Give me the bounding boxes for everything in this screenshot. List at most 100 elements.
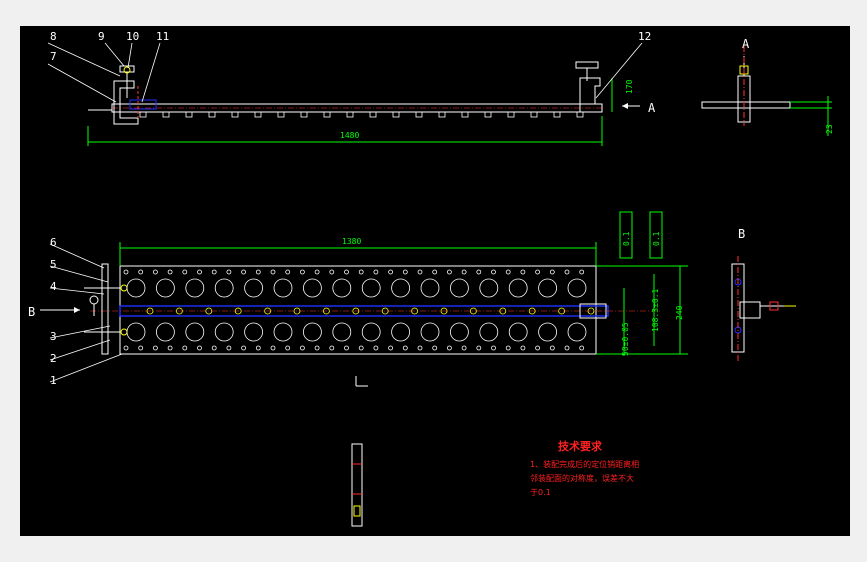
hole-small — [417, 345, 423, 351]
left-bracket — [113, 80, 139, 125]
hole-small — [270, 345, 276, 351]
view-arrow-b-label: B — [28, 305, 35, 319]
hole-small — [520, 345, 526, 351]
top-leaders — [47, 42, 643, 103]
hole-large — [361, 322, 381, 342]
beam-tooth — [530, 111, 538, 118]
beam-tooth — [231, 111, 239, 118]
beam-tooth — [185, 111, 193, 118]
beam-tooth — [208, 111, 216, 118]
beam-tooth — [277, 111, 285, 118]
part-number-12: 12 — [638, 30, 651, 43]
view-b-block — [739, 301, 761, 319]
hole-small — [564, 269, 570, 275]
notes-line-1: 1、装配完成后的定位销距离相 — [530, 459, 639, 469]
hole-small — [123, 345, 129, 351]
hole-small — [358, 345, 364, 351]
hole-small — [314, 345, 320, 351]
tolerance-value-1: 0.1 — [622, 231, 631, 246]
hole-small — [344, 345, 349, 351]
hole-small — [241, 269, 247, 275]
left-clamp-plate — [101, 263, 109, 355]
hole-small — [432, 345, 438, 351]
hole-small — [344, 269, 349, 275]
view-a-title: A — [742, 37, 750, 51]
beam-tooth — [323, 111, 331, 118]
plate-holes — [123, 269, 595, 351]
hole-small — [138, 269, 144, 275]
tolerance-value-2: 0.1 — [652, 231, 661, 246]
hole-large — [391, 278, 411, 298]
beam-tooth — [162, 111, 170, 118]
beam-tooth — [346, 111, 354, 118]
front-dim-pitch-label: 108.3±0.1 — [651, 288, 660, 332]
part-number-6: 6 — [50, 236, 57, 249]
cad-viewport[interactable]: 1480 170 A 8 9 10 7 11 12 A 23 1380 240 … — [20, 26, 850, 536]
beam-tooth — [392, 111, 400, 118]
hole-small — [299, 269, 305, 275]
hole-small — [564, 345, 570, 351]
hole-small — [388, 269, 394, 275]
hole-large — [332, 322, 352, 342]
beam-tooth — [415, 111, 423, 118]
hole-small — [491, 345, 496, 351]
hole-large — [538, 278, 557, 298]
part-number-3: 3 — [50, 330, 57, 343]
hole-small — [476, 269, 482, 275]
part-number-1: 1 — [50, 374, 57, 387]
technical-notes: 技术要求 1、装配完成后的定位销距离相 邻装配面的对称度，误差不大 于0.1 — [530, 439, 639, 497]
view-a-dim-label: 23 — [825, 124, 834, 134]
side-view-a: A 23 — [701, 37, 834, 136]
hole-large — [508, 278, 528, 298]
hole-large — [302, 322, 322, 342]
hole-small — [373, 345, 379, 351]
beam-tooth — [576, 111, 584, 118]
hole-small — [520, 269, 526, 275]
right-knob — [575, 61, 599, 69]
notes-title: 技术要求 — [558, 439, 603, 453]
hole-small — [285, 269, 291, 275]
part-number-5: 5 — [50, 258, 57, 271]
hole-small — [535, 345, 540, 351]
hole-small — [167, 269, 173, 275]
hole-large — [567, 278, 587, 298]
beam-tooth — [553, 111, 561, 118]
hole-large — [449, 278, 469, 298]
dim-height-label: 170 — [625, 79, 634, 94]
hole-small — [329, 345, 335, 351]
beam-tooth — [461, 111, 469, 118]
hole-small — [197, 269, 202, 275]
beam-teeth — [139, 111, 584, 118]
hole-large — [361, 278, 381, 298]
hole-small — [505, 269, 511, 275]
drawing-canvas: 1480 170 A 8 9 10 7 11 12 A 23 1380 240 … — [28, 30, 834, 527]
hole-large — [185, 278, 205, 298]
beam-tooth — [507, 111, 515, 118]
part-number-9: 9 — [98, 30, 105, 43]
hole-small — [491, 269, 496, 275]
hole-large — [567, 322, 587, 342]
hole-small — [138, 345, 144, 351]
hole-large — [244, 278, 264, 298]
hole-small — [226, 345, 232, 351]
hole-large — [449, 322, 469, 342]
hole-small — [549, 269, 555, 275]
part-number-2: 2 — [50, 352, 57, 365]
hole-small — [432, 269, 438, 275]
view-a-base — [701, 101, 791, 109]
view-b-title: B — [738, 227, 745, 241]
beam-tooth — [369, 111, 377, 118]
notes-line-2: 邻装配面的对称度，误差不大 — [530, 473, 634, 483]
part-number-8: 8 — [50, 30, 57, 43]
hole-small — [549, 345, 555, 351]
hole-small — [241, 345, 247, 351]
hole-large — [244, 322, 264, 342]
hole-large — [185, 322, 205, 342]
handle-knob — [89, 295, 99, 305]
hole-small — [182, 345, 188, 351]
view-arrow-a-label: A — [648, 101, 656, 115]
hole-small — [182, 269, 188, 275]
view-arrow-b-head — [74, 307, 80, 313]
hole-small — [211, 269, 217, 275]
view-arrow-a-head — [622, 103, 628, 109]
